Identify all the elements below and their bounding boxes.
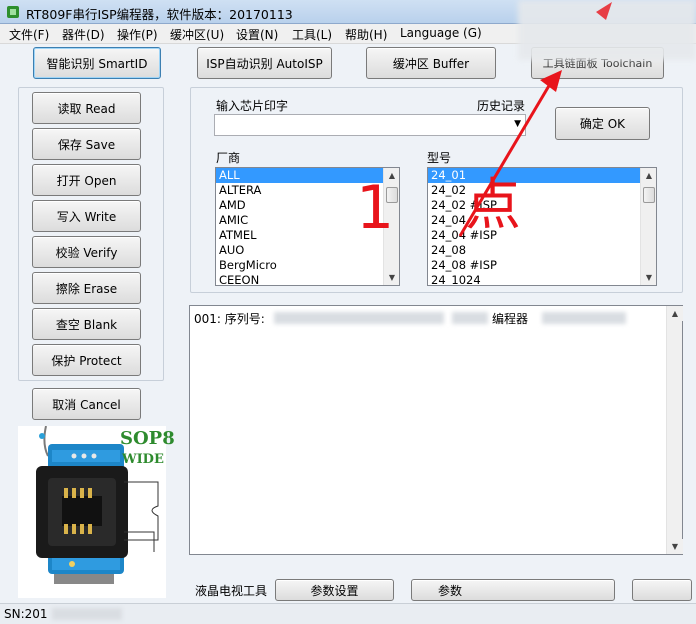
erase-button[interactable]: 擦除 Erase [32,272,141,304]
annotation-number: 1 [356,178,394,238]
blank-check-button[interactable]: 查空 Blank [32,308,141,340]
dropdown-arrow-icon[interactable]: ▼ [514,119,521,129]
annotation-character: 点 [465,178,521,234]
redacted-serial [274,312,444,324]
model-listbox[interactable]: 24_01 24_02 24_02 #ISP 24_04 24_04 #ISP … [427,167,657,286]
menu-tools[interactable]: 工具(L) [292,26,332,43]
extra-tool-button[interactable] [632,579,692,601]
window-title: RT809F串行ISP编程器，软件版本：20170113 [26,4,293,23]
menu-file[interactable]: 文件(F) [9,26,49,43]
model-item[interactable]: 24_04 [428,213,656,228]
model-item[interactable]: 24_02 [428,183,656,198]
menu-buffer[interactable]: 缓冲区(U) [170,26,224,43]
serial-number-status: SN:201 [4,607,48,621]
params-settings-button[interactable]: 参数设置 [275,579,394,601]
auto-isp-button[interactable]: ISP自动识别 AutoISP [197,47,332,79]
smart-id-button[interactable]: 智能识别 SmartID [33,47,161,79]
model-item[interactable]: 24_02 #ISP [428,198,656,213]
redacted-text [452,312,488,324]
write-button[interactable]: 写入 Write [32,200,141,232]
menu-device[interactable]: 器件(D) [62,26,105,43]
scroll-down-icon[interactable]: ▼ [384,270,400,285]
model-item[interactable]: 24_08 [428,243,656,258]
menu-language[interactable]: Language (G) [400,26,482,40]
scroll-up-icon[interactable]: ▲ [641,168,657,183]
scroll-up-icon[interactable]: ▲ [667,306,683,321]
log-scrollbar[interactable]: ▲ ▼ [666,306,682,554]
chip-marking-label: 输入芯片印字 [216,97,288,114]
socket-image: SOP8 WIDE [18,426,166,598]
model-item[interactable]: 24_08 #ISP [428,258,656,273]
status-bar: SN:201 [0,603,696,624]
save-button[interactable]: 保存 Save [32,128,141,160]
blurred-overlay [518,0,696,60]
chip-marking-combobox[interactable]: ▼ [214,114,526,136]
log-programmer-text: 编程器 [492,310,528,327]
protect-button[interactable]: 保护 Protect [32,344,141,376]
redacted-sn [52,608,122,620]
open-button[interactable]: 打开 Open [32,164,141,196]
scroll-thumb[interactable] [643,187,655,203]
vendor-label: 厂商 [216,149,240,166]
read-button[interactable]: 读取 Read [32,92,141,124]
cancel-button[interactable]: 取消 Cancel [32,388,141,420]
vendor-item[interactable]: BergMicro [216,258,399,273]
socket-label-wide: WIDE [122,452,164,467]
vendor-item[interactable]: CEEON [216,273,399,286]
app-icon [6,5,20,19]
scroll-down-icon[interactable]: ▼ [641,270,657,285]
model-item[interactable]: 24_1024 [428,273,656,286]
menu-help[interactable]: 帮助(H) [345,26,387,43]
history-label: 历史记录 [477,97,525,114]
verify-button[interactable]: 校验 Verify [32,236,141,268]
model-label: 型号 [427,149,451,166]
vendor-item[interactable]: AUO [216,243,399,258]
model-item[interactable]: 24_01 [428,168,656,183]
menu-settings[interactable]: 设置(N) [236,26,278,43]
redacted-version [542,312,626,324]
model-scrollbar[interactable]: ▲ ▼ [640,168,656,285]
log-panel[interactable]: 001: 序列号: 编程器 ▲ ▼ [189,305,683,555]
menu-operation[interactable]: 操作(P) [117,26,158,43]
log-serial-prefix: 001: 序列号: [194,310,265,327]
socket-label-sop8: SOP8 [120,428,175,449]
buffer-button[interactable]: 缓冲区 Buffer [366,47,496,79]
lcd-tools-label: 液晶电视工具 [195,582,267,599]
params-button[interactable]: 参数 [411,579,615,601]
model-item[interactable]: 24_04 #ISP [428,228,656,243]
scroll-down-icon[interactable]: ▼ [667,539,683,554]
ok-button[interactable]: 确定 OK [555,107,650,140]
